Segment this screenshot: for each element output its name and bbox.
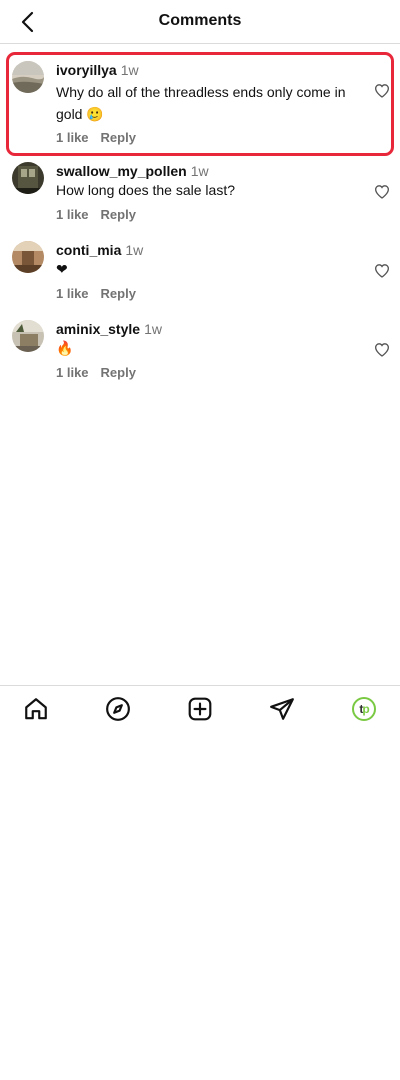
nav-home[interactable]: [22, 695, 50, 723]
like-count[interactable]: 1 like: [56, 286, 89, 301]
direct-messages-icon: [270, 698, 294, 720]
create-icon: [188, 697, 212, 721]
comment-text: Why do all of the threadless ends only c…: [56, 84, 346, 122]
comment-text: 🔥: [56, 340, 74, 356]
like-count[interactable]: 1 like: [56, 130, 89, 145]
nav-profile[interactable]: tp: [350, 695, 378, 723]
heart-icon[interactable]: [374, 83, 390, 99]
bottom-nav: tp: [0, 685, 400, 731]
comment-text: How long does the sale last?: [56, 182, 235, 198]
avatar[interactable]: [12, 241, 44, 273]
home-icon: [25, 698, 47, 720]
heart-icon[interactable]: [374, 263, 390, 279]
nav-create[interactable]: [186, 695, 214, 723]
avatar[interactable]: [12, 162, 44, 194]
comment-username[interactable]: swallow_my_pollen: [56, 163, 187, 179]
comment-username[interactable]: ivoryillya: [56, 62, 117, 78]
heart-icon[interactable]: [374, 342, 390, 358]
nav-explore[interactable]: [104, 695, 132, 723]
heart-icon[interactable]: [374, 184, 390, 200]
comment-time: 1w: [120, 62, 139, 78]
like-count[interactable]: 1 like: [56, 365, 89, 380]
avatar[interactable]: [12, 320, 44, 352]
page-title: Comments: [158, 12, 242, 29]
profile-icon: tp: [352, 697, 376, 721]
like-count[interactable]: 1 like: [56, 207, 89, 222]
comment-time: 1w: [125, 242, 144, 258]
header: Comments: [0, 0, 400, 44]
comment-text: ❤: [56, 261, 68, 277]
explore-icon: [106, 697, 130, 721]
logo-p: p: [362, 702, 369, 716]
comment-username[interactable]: aminix_style: [56, 321, 140, 337]
reply-button[interactable]: Reply: [101, 365, 136, 380]
avatar[interactable]: [12, 61, 44, 93]
nav-direct[interactable]: [268, 695, 296, 723]
reply-button[interactable]: Reply: [101, 130, 136, 145]
comment-time: 1w: [190, 163, 209, 179]
reply-button[interactable]: Reply: [101, 207, 136, 222]
comment-username[interactable]: conti_mia: [56, 242, 121, 258]
comment-time: 1w: [144, 321, 162, 337]
reply-button[interactable]: Reply: [101, 286, 136, 301]
